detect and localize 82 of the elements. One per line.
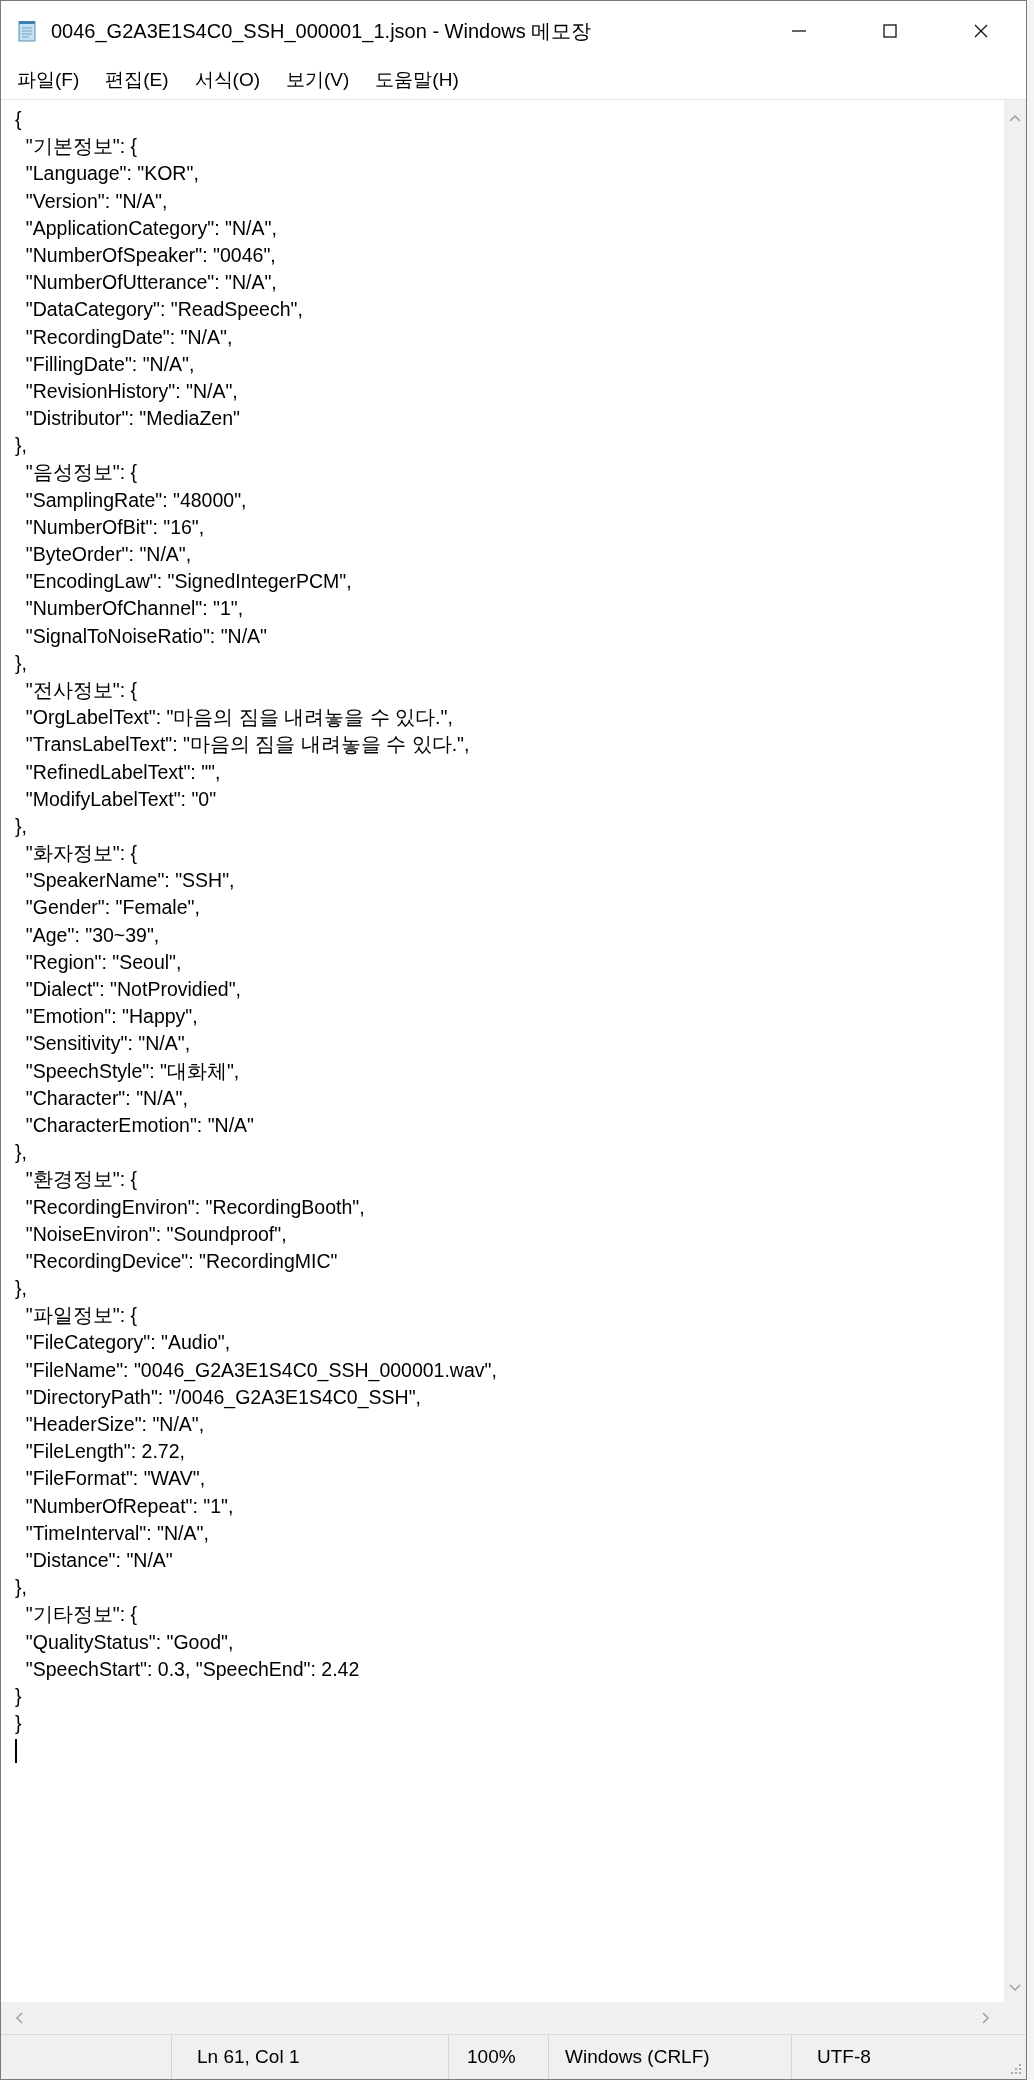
text-line: "ByteOrder": "N/A", <box>24 542 193 567</box>
text-line: } <box>15 1711 23 1737</box>
text-line: "NumberOfChannel": "1", <box>24 596 245 622</box>
text-line: "환경정보": { <box>24 1167 139 1193</box>
text-line: "Sensitivity": "N/A", <box>24 1031 192 1057</box>
status-text: 100% <box>449 2035 549 2079</box>
status-text: Windows (CRLF) <box>549 2035 792 2079</box>
text-line: "SpeechStart": 0.3, "SpeechEnd": 2.42 <box>24 1656 361 1682</box>
text-line: "EncodingLaw": "SignedIntegerPCM", <box>24 569 353 595</box>
text-line: "FileName": "0046_G2A3E1S4C0_SSH_000001.wav", <box>24 1357 498 1384</box>
text-line: "OrgLabelText": "마음의 짐을 내려놓을 수 있다.", <box>24 705 454 731</box>
text-line: "NumberOfSpeaker": "0046", <box>24 242 277 268</box>
text-line: "SignalToNoiseRatio": "N/A" <box>24 623 269 649</box>
text-line: "RecordingEnviron": "RecordingBooth", <box>24 1194 366 1220</box>
text-line: "기본정보": { <box>24 134 139 160</box>
text-line: "Age": "30~39", <box>24 922 161 948</box>
text-line: "Gender": "Female", <box>24 895 201 921</box>
text-line: "FileFormat": "WAV", <box>24 1466 207 1492</box>
text-line: "DirectoryPath": "/0046_G2A3E1S4C0_SSH", <box>24 1384 422 1411</box>
text-line: } <box>15 1683 23 1709</box>
scroll-right-icon[interactable] <box>982 2012 990 2024</box>
text-line: { <box>15 107 23 132</box>
maximize-icon <box>881 23 898 39</box>
text-line: "ApplicationCategory": "N/A", <box>24 215 278 241</box>
text-line: "TransLabelText": "마음의 짐을 내려놓을 수 있다.", <box>24 732 471 758</box>
text-line: }, <box>15 813 28 839</box>
text-line: "Version": "N/A", <box>24 188 169 214</box>
menu-item[interactable]: 편집(E) <box>97 63 177 97</box>
text-line: "NumberOfUtterance": "N/A", <box>24 270 278 296</box>
text-line: "NumberOfRepeat": "1", <box>24 1493 235 1519</box>
text-line: "TimeInterval": "N/A", <box>24 1520 210 1546</box>
minimize-icon <box>791 30 806 32</box>
menu-item[interactable]: 서식(O) <box>186 63 269 97</box>
notepad-icon <box>15 19 39 43</box>
text-line: "Emotion": "Happy", <box>24 1004 199 1030</box>
text-line: "FileCategory": "Audio", <box>24 1330 232 1356</box>
text-line: "화자정보": { <box>24 841 139 867</box>
text-line: "Distributor": "MediaZen" <box>24 406 241 432</box>
text-line: "기타정보": { <box>24 1602 139 1628</box>
text-line: }, <box>15 650 28 676</box>
text-line: }, <box>15 1140 28 1166</box>
text-line: "NoiseEnviron": "Soundproof", <box>24 1221 288 1247</box>
window-title: 0046_G2A3E1S4C0_SSH_000001_1.json - Windows 메모장 <box>51 18 593 45</box>
text-line: "CharacterEmotion": "N/A" <box>24 1112 256 1138</box>
text-line: "FillingDate": "N/A", <box>24 351 196 377</box>
text-line: "음성정보": { <box>24 460 139 486</box>
text-line: "Character": "N/A", <box>24 1085 189 1111</box>
menu-item[interactable]: 보기(V) <box>278 63 358 97</box>
text-line: "SamplingRate": "48000", <box>24 487 248 513</box>
text-line: "SpeechStyle": "대화체", <box>24 1058 241 1084</box>
text-line: "QualityStatus": "Good", <box>24 1629 235 1655</box>
menu-item[interactable]: 파일(F) <box>9 63 88 97</box>
text-line: "RecordingDate": "N/A", <box>24 324 234 350</box>
text-line: }, <box>15 1276 28 1302</box>
text-line: "HeaderSize": "N/A", <box>24 1412 206 1437</box>
text-line: "RefinedLabelText": "", <box>24 759 222 785</box>
text-line: "Language": "KOR", <box>24 161 200 187</box>
menu-item[interactable]: 도움말(H) <box>367 63 467 97</box>
text-line: "Region": "Seoul", <box>24 949 183 975</box>
text-line: "SpeakerName": "SSH", <box>24 868 236 894</box>
vertical-scrollbar[interactable] <box>1004 100 1026 2002</box>
text-line: "ModifyLabelText": "0" <box>24 786 218 812</box>
scroll-left-icon[interactable] <box>15 2012 23 2024</box>
text-line: "FileLength": 2.72, <box>24 1439 186 1465</box>
status-text: UTF-8 <box>816 2045 872 2069</box>
text-line: }, <box>15 1575 28 1601</box>
text-line: "RecordingDevice": "RecordingMIC" <box>24 1248 339 1274</box>
text-line: "전사정보": { <box>24 677 139 703</box>
text-line: "Distance": "N/A" <box>24 1547 174 1573</box>
close-icon <box>972 23 989 39</box>
text-line: "RevisionHistory": "N/A", <box>24 378 239 404</box>
text-line: "NumberOfBit": "16", <box>24 514 206 540</box>
text-cursor <box>15 1738 17 1763</box>
text-line: "Dialect": "NotProvidied", <box>24 977 243 1002</box>
status-text: Ln 61, Col 1 <box>172 2035 449 2079</box>
text-line: }, <box>15 433 28 459</box>
scroll-down-icon[interactable] <box>1009 1984 1021 1992</box>
scroll-up-icon[interactable] <box>1009 114 1021 122</box>
resize-grip-icon[interactable] <box>1010 2063 1022 2075</box>
horizontal-scrollbar[interactable] <box>1 2002 1004 2034</box>
text-line: "DataCategory": "ReadSpeech", <box>24 297 304 323</box>
text-line: "파일정보": { <box>24 1303 139 1329</box>
